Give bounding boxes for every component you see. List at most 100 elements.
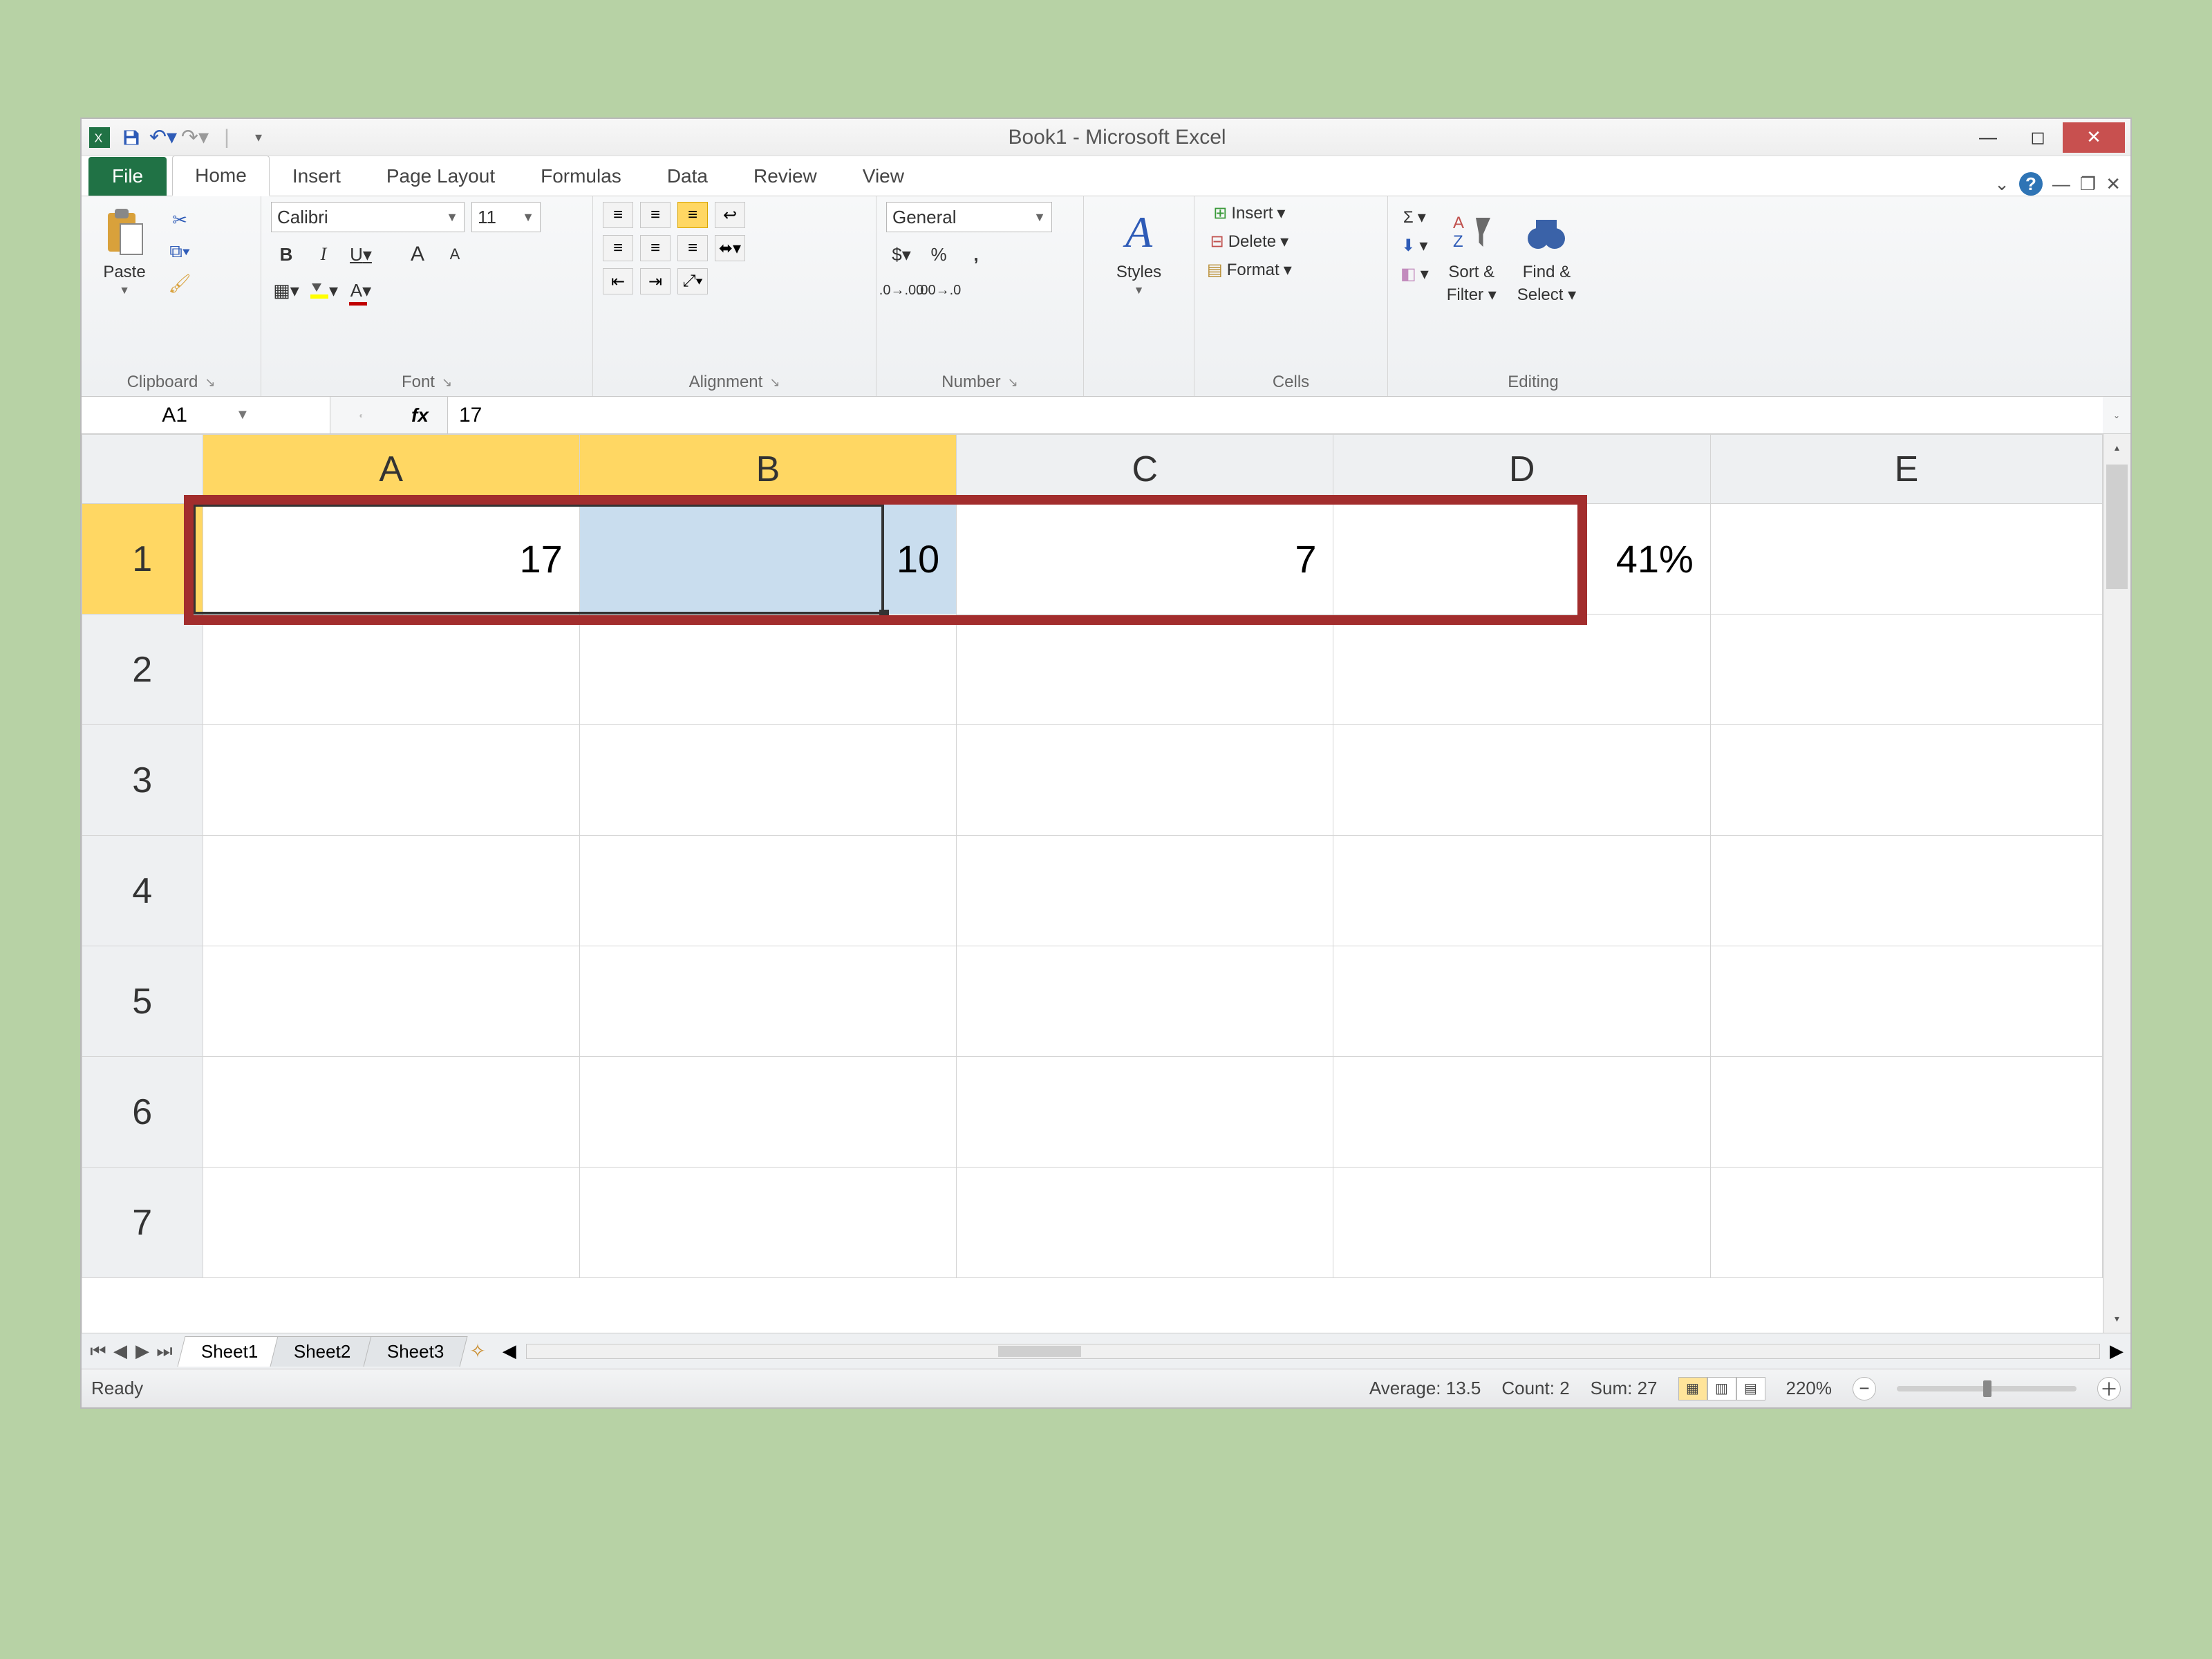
shrink-font-button[interactable]: A [440, 241, 470, 268]
col-header-e[interactable]: E [1710, 435, 2102, 504]
cell-b7[interactable] [579, 1168, 956, 1278]
zoom-percent[interactable]: 220% [1786, 1378, 1833, 1399]
scroll-down-icon[interactable]: ▼ [2103, 1305, 2130, 1333]
cell-c2[interactable] [957, 615, 1333, 725]
alignment-launcher-icon[interactable]: ↘ [769, 375, 780, 390]
align-right-button[interactable]: ≡ [677, 235, 708, 261]
cell-d7[interactable] [1333, 1168, 1710, 1278]
row-header-2[interactable]: 2 [82, 615, 203, 725]
copy-icon[interactable]: ⧉▾ [165, 238, 195, 265]
tab-view[interactable]: View [840, 156, 927, 196]
col-header-b[interactable]: B [579, 435, 956, 504]
cell-c3[interactable] [957, 725, 1333, 836]
zoom-out-button[interactable]: − [1853, 1377, 1876, 1400]
fill-color-button[interactable]: ▾ [308, 276, 339, 304]
vertical-scrollbar[interactable]: ▲ ▼ [2103, 434, 2130, 1333]
increase-decimal-button[interactable]: .0→.00 [886, 276, 917, 304]
col-header-c[interactable]: C [957, 435, 1333, 504]
row-header-1[interactable]: 1 [82, 504, 203, 615]
row-header-6[interactable]: 6 [82, 1057, 203, 1168]
orientation-button[interactable]: ⤢▾ [677, 268, 708, 294]
sheet-nav-next-icon[interactable]: ▶ [133, 1340, 152, 1362]
merge-center-button[interactable]: ⬌▾ [715, 235, 745, 261]
cell-d1[interactable]: 41% [1333, 504, 1710, 615]
grow-font-button[interactable]: A [402, 241, 433, 268]
cell-a4[interactable] [203, 836, 579, 946]
tab-insert[interactable]: Insert [270, 156, 364, 196]
row-header-4[interactable]: 4 [82, 836, 203, 946]
maximize-button[interactable]: ◻ [2013, 122, 2063, 153]
formula-bar-expand-icon[interactable]: ⌄ [2103, 411, 2130, 420]
cell-d3[interactable] [1333, 725, 1710, 836]
font-size-combo[interactable]: 11▼ [471, 202, 541, 232]
increase-indent-button[interactable]: ⇥ [640, 268, 671, 294]
qat-customize-icon[interactable]: ▾ [246, 125, 271, 150]
help-icon[interactable]: ? [2019, 172, 2043, 196]
tab-home[interactable]: Home [172, 156, 270, 196]
number-launcher-icon[interactable]: ↘ [1008, 375, 1018, 390]
scroll-up-icon[interactable]: ▲ [2103, 434, 2130, 462]
tab-review[interactable]: Review [731, 156, 840, 196]
cell-a7[interactable] [203, 1168, 579, 1278]
cell-e3[interactable] [1710, 725, 2102, 836]
sheet-nav-prev-icon[interactable]: ◀ [111, 1340, 130, 1362]
sort-filter-button[interactable]: AZ Sort & Filter ▾ [1438, 202, 1505, 308]
clear-button[interactable]: ◧▾ [1398, 263, 1432, 285]
cell-d5[interactable] [1333, 946, 1710, 1057]
cell-b3[interactable] [579, 725, 956, 836]
cell-d6[interactable] [1333, 1057, 1710, 1168]
align-center-button[interactable]: ≡ [640, 235, 671, 261]
hscroll-left-icon[interactable]: ◀ [503, 1340, 516, 1362]
decrease-decimal-button[interactable]: .00→.0 [924, 276, 954, 304]
col-header-d[interactable]: D [1333, 435, 1710, 504]
file-tab[interactable]: File [88, 157, 167, 196]
tab-formulas[interactable]: Formulas [518, 156, 644, 196]
align-bottom-button[interactable]: ≡ [677, 202, 708, 228]
close-button[interactable]: ✕ [2063, 122, 2125, 153]
cell-b4[interactable] [579, 836, 956, 946]
font-launcher-icon[interactable]: ↘ [442, 375, 452, 390]
cell-e4[interactable] [1710, 836, 2102, 946]
row-header-5[interactable]: 5 [82, 946, 203, 1057]
cell-b6[interactable] [579, 1057, 956, 1168]
sheet-nav-first-icon[interactable]: ⏮ [88, 1340, 108, 1362]
name-box[interactable]: A1 ▼ [82, 397, 330, 433]
cell-e5[interactable] [1710, 946, 2102, 1057]
cell-d2[interactable] [1333, 615, 1710, 725]
cut-icon[interactable]: ✂ [165, 206, 195, 234]
format-painter-icon[interactable]: 🖌 [165, 270, 195, 297]
align-left-button[interactable]: ≡ [603, 235, 633, 261]
save-icon[interactable] [119, 125, 144, 150]
delete-cells-button[interactable]: ⊟Delete ▾ [1204, 230, 1295, 253]
format-cells-button[interactable]: ▤Format ▾ [1204, 259, 1295, 281]
minimize-button[interactable]: — [1963, 122, 2013, 153]
cell-e2[interactable] [1710, 615, 2102, 725]
window-close-icon[interactable]: ✕ [2106, 174, 2121, 195]
font-color-button[interactable]: A▾ [346, 276, 376, 304]
zoom-in-button[interactable]: ＋ [2097, 1377, 2121, 1400]
view-page-break-button[interactable]: ▤ [1736, 1377, 1765, 1400]
align-middle-button[interactable]: ≡ [640, 202, 671, 228]
cell-c6[interactable] [957, 1057, 1333, 1168]
sheet-tab-1[interactable]: Sheet1 [178, 1336, 282, 1367]
horizontal-scrollbar[interactable]: ◀ ▶ [496, 1340, 2130, 1362]
number-format-combo[interactable]: General▼ [886, 202, 1052, 232]
scroll-thumb[interactable] [2106, 465, 2128, 589]
sheet-tab-2[interactable]: Sheet2 [270, 1336, 375, 1367]
cell-e7[interactable] [1710, 1168, 2102, 1278]
grid[interactable]: A B C D E 1 17 10 7 41% 2 3 4 5 [82, 434, 2103, 1333]
find-select-button[interactable]: Find & Select ▾ [1512, 202, 1582, 308]
decrease-indent-button[interactable]: ⇤ [603, 268, 633, 294]
fill-button[interactable]: ⬇▾ [1398, 234, 1432, 257]
cell-e6[interactable] [1710, 1057, 2102, 1168]
borders-button[interactable]: ▦▾ [271, 276, 301, 304]
paste-button[interactable]: Paste ▼ [91, 202, 158, 300]
wrap-text-button[interactable]: ↩ [715, 202, 745, 228]
hscroll-thumb[interactable] [998, 1346, 1081, 1357]
cell-b1[interactable]: 10 [579, 504, 956, 615]
italic-button[interactable]: I [308, 241, 339, 268]
cell-c5[interactable] [957, 946, 1333, 1057]
redo-icon[interactable]: ↷▾ [182, 125, 207, 150]
fx-button[interactable]: fx [393, 397, 448, 433]
styles-button[interactable]: A Styles ▼ [1106, 202, 1172, 300]
